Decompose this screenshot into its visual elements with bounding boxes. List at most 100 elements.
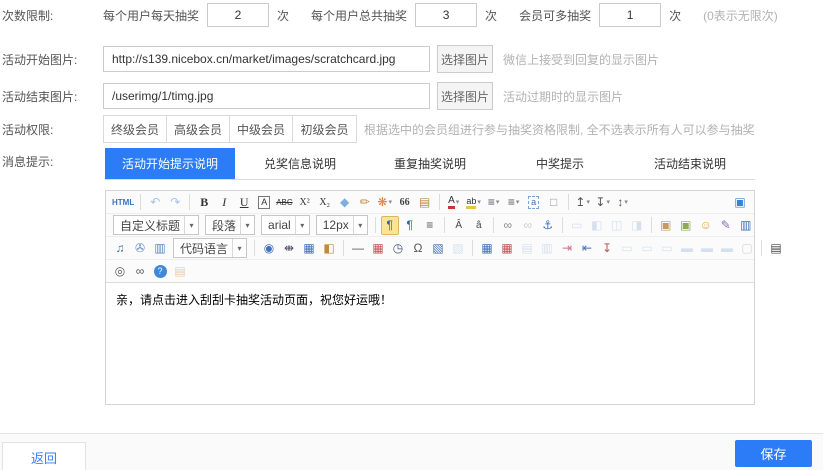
split-rows-icon[interactable]: ▬ — [678, 239, 696, 258]
chevron-down-icon[interactable]: ▾ — [295, 216, 309, 234]
find-icon[interactable]: ∞ — [131, 262, 149, 281]
insert-col-icon[interactable]: ⇤ — [578, 239, 596, 258]
chevron-down-icon[interactable]: ▾ — [240, 216, 254, 234]
remove-format-icon[interactable]: ◆ — [336, 193, 354, 212]
blockquote-icon[interactable]: 66 — [396, 193, 414, 212]
code-language-dropdown[interactable]: 代码语言▾ — [173, 238, 247, 258]
row-spacing-bottom-icon[interactable]: ↧▾ — [594, 193, 612, 212]
chevron-down-icon[interactable]: ▾ — [232, 239, 246, 257]
editor-content[interactable]: 亲，请点击进入刮刮卡抽奖活动页面，祝您好运哦！ — [106, 283, 754, 404]
table-caption-icon[interactable]: ▤ — [518, 239, 536, 258]
print-icon[interactable]: ▤ — [767, 239, 785, 258]
chevron-down-icon[interactable]: ▾ — [184, 216, 198, 234]
member-extra-input[interactable] — [599, 3, 661, 27]
indent-icon[interactable]: ≡ — [421, 216, 439, 235]
member-level-option-1[interactable]: 高级会员 — [167, 116, 230, 142]
merge-cells-icon[interactable]: ▭ — [658, 239, 676, 258]
split-cols-icon[interactable]: ▬ — [698, 239, 716, 258]
format-painter-icon[interactable]: ✏ — [356, 193, 374, 212]
redo-icon[interactable]: ↷ — [166, 193, 184, 212]
subscript-icon[interactable]: X₂ — [316, 193, 334, 212]
tab-activity-end[interactable]: 活动结束说明 — [625, 148, 755, 179]
member-level-option-0[interactable]: 终级会员 — [104, 116, 167, 142]
delete-row-icon[interactable]: ↧ — [598, 239, 616, 258]
clear-doc-icon[interactable]: □ — [545, 193, 563, 212]
special-chars-icon[interactable]: Ω — [409, 239, 427, 258]
font-family-dropdown[interactable]: arial▾ — [261, 215, 310, 235]
insert-row-icon[interactable]: ⇥ — [558, 239, 576, 258]
save-button[interactable]: 保存 — [735, 440, 812, 467]
member-level-option-2[interactable]: 中级会员 — [230, 116, 293, 142]
start-image-input[interactable] — [103, 46, 430, 72]
time-icon[interactable]: ◷ — [389, 239, 407, 258]
chevron-down-icon[interactable]: ▾ — [353, 216, 367, 234]
background-color-icon[interactable]: ab▾ — [465, 193, 483, 212]
font-border-icon[interactable]: A — [255, 193, 273, 212]
image-float-right-icon[interactable]: ◨ — [628, 216, 646, 235]
undo-icon[interactable]: ↶ — [146, 193, 164, 212]
row-spacing-top-icon[interactable]: ↥▾ — [574, 193, 592, 212]
per-day-input[interactable] — [207, 3, 269, 27]
member-level-option-3[interactable]: 初级会员 — [293, 116, 356, 142]
direction-rtl-icon[interactable]: ¶ — [401, 216, 419, 235]
custom-title-dropdown[interactable]: 自定义标题▾ — [113, 215, 199, 235]
underline-icon[interactable]: U — [235, 193, 253, 212]
merge-right-icon[interactable]: ▭ — [618, 239, 636, 258]
scrawl-icon[interactable]: ✎ — [717, 216, 735, 235]
horizontal-rule-icon[interactable]: — — [349, 239, 367, 258]
unordered-list-icon[interactable]: ≡▾ — [505, 193, 523, 212]
tab-repeat-draw[interactable]: 重复抽奖说明 — [365, 148, 495, 179]
link-icon[interactable]: ∞ — [499, 216, 517, 235]
image-manager-icon[interactable]: ▣ — [677, 216, 695, 235]
auto-typeset-icon[interactable]: ❋▾ — [376, 193, 394, 212]
fullscreen-icon[interactable]: ▣ — [731, 193, 749, 212]
paste-as-text-icon[interactable]: ▤ — [416, 193, 434, 212]
snapshot-icon[interactable]: ◧ — [320, 239, 338, 258]
direction-ltr-icon[interactable]: ¶ — [381, 216, 399, 235]
table-title-icon[interactable]: ▥ — [538, 239, 556, 258]
unlink-icon[interactable]: ∞ — [519, 216, 537, 235]
end-image-input[interactable] — [103, 83, 430, 109]
image-float-center-icon[interactable]: ◫ — [608, 216, 626, 235]
tab-activity-start-tip[interactable]: 活动开始提示说明 — [105, 148, 235, 179]
music-icon[interactable]: ♫ — [111, 239, 129, 258]
page-sheet-icon[interactable]: ▢ — [738, 239, 756, 258]
font-color-icon[interactable]: A▾ — [445, 193, 463, 212]
to-lowercase-icon[interactable]: â — [470, 216, 488, 235]
page-break-icon[interactable]: ⇼ — [280, 239, 298, 258]
search-replace-icon[interactable]: ◎ — [111, 262, 129, 281]
word-image-icon[interactable]: ▧ — [429, 239, 447, 258]
help-icon[interactable]: ? — [151, 262, 169, 281]
image-float-left-icon[interactable]: ◧ — [588, 216, 606, 235]
insert-table-icon[interactable]: ▦ — [478, 239, 496, 258]
emotion-icon[interactable]: ☺ — [697, 216, 715, 235]
tab-redeem-info[interactable]: 兑奖信息说明 — [235, 148, 365, 179]
delete-table-icon[interactable]: ▦ — [498, 239, 516, 258]
anchor-icon[interactable]: a — [525, 193, 543, 212]
insert-image-icon[interactable]: ▣ — [657, 216, 675, 235]
paragraph-format-dropdown[interactable]: 段落▾ — [205, 215, 255, 235]
date-icon[interactable]: ▦ — [369, 239, 387, 258]
attachment-icon[interactable]: ✇ — [131, 239, 149, 258]
merge-down-icon[interactable]: ▭ — [638, 239, 656, 258]
background-icon[interactable]: ▧ — [449, 239, 467, 258]
bold-icon[interactable]: B — [195, 193, 213, 212]
start-image-pick-button[interactable]: 选择图片 — [437, 45, 493, 73]
strikethrough-icon[interactable]: ABC — [275, 193, 293, 212]
to-uppercase-icon[interactable]: Â — [450, 216, 468, 235]
image-float-none-icon[interactable]: ▭ — [568, 216, 586, 235]
back-button[interactable]: 返回 — [2, 442, 86, 470]
line-height-icon[interactable]: ↕▾ — [614, 193, 632, 212]
superscript-icon[interactable]: X² — [296, 193, 314, 212]
ordered-list-icon[interactable]: ≡▾ — [485, 193, 503, 212]
italic-icon[interactable]: I — [215, 193, 233, 212]
end-image-pick-button[interactable]: 选择图片 — [437, 82, 493, 110]
template-icon[interactable]: ▦ — [300, 239, 318, 258]
insert-anchor-icon[interactable]: ⚓ — [539, 216, 557, 235]
total-input[interactable] — [415, 3, 477, 27]
font-size-dropdown[interactable]: 12px▾ — [316, 215, 368, 235]
tab-win-tip[interactable]: 中奖提示 — [495, 148, 625, 179]
html-source-icon[interactable]: HTML — [111, 193, 135, 212]
clipboard-icon[interactable]: ▤ — [171, 262, 189, 281]
delete-col-icon[interactable]: ▬ — [718, 239, 736, 258]
